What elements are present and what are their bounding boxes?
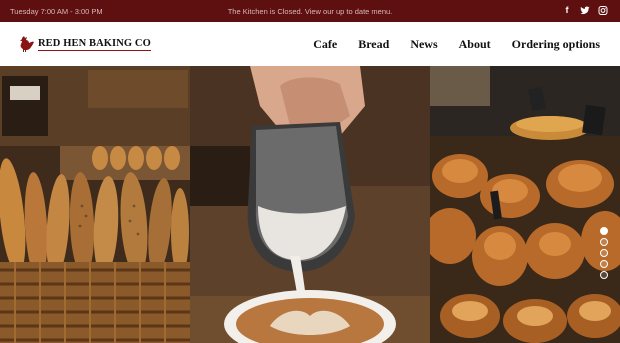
latte-pour-photo — [190, 66, 430, 343]
kitchen-notice[interactable]: The Kitchen is Closed. View our up to da… — [0, 7, 620, 16]
facebook-icon[interactable]: f — [562, 4, 572, 17]
top-bar: Tuesday 7:00 AM - 3:00 PM The Kitchen is… — [0, 0, 620, 22]
nav-ordering-options[interactable]: Ordering options — [512, 37, 600, 52]
nav-news[interactable]: News — [410, 37, 437, 52]
slider-dot-2[interactable] — [600, 238, 608, 246]
pastries-photo — [430, 66, 620, 343]
twitter-icon[interactable] — [580, 4, 590, 17]
hero-slider — [0, 66, 620, 343]
main-nav: Cafe Bread News About Ordering options — [313, 37, 600, 52]
site-logo[interactable]: RED HEN BAKING CO — [19, 35, 151, 53]
brand-name: RED HEN BAKING CO — [38, 37, 151, 51]
main-header: RED HEN BAKING CO Cafe Bread News About … — [0, 22, 620, 66]
instagram-icon[interactable] — [598, 4, 608, 17]
slider-dot-5[interactable] — [600, 271, 608, 279]
bread-basket-photo — [0, 66, 190, 343]
hen-icon — [20, 36, 34, 52]
nav-bread[interactable]: Bread — [358, 37, 389, 52]
nav-about[interactable]: About — [459, 37, 491, 52]
social-links: f — [562, 4, 608, 17]
slider-pagination — [600, 227, 608, 279]
slider-dot-1[interactable] — [600, 227, 608, 235]
nav-cafe[interactable]: Cafe — [313, 37, 337, 52]
slider-dot-3[interactable] — [600, 249, 608, 257]
slider-dot-4[interactable] — [600, 260, 608, 268]
